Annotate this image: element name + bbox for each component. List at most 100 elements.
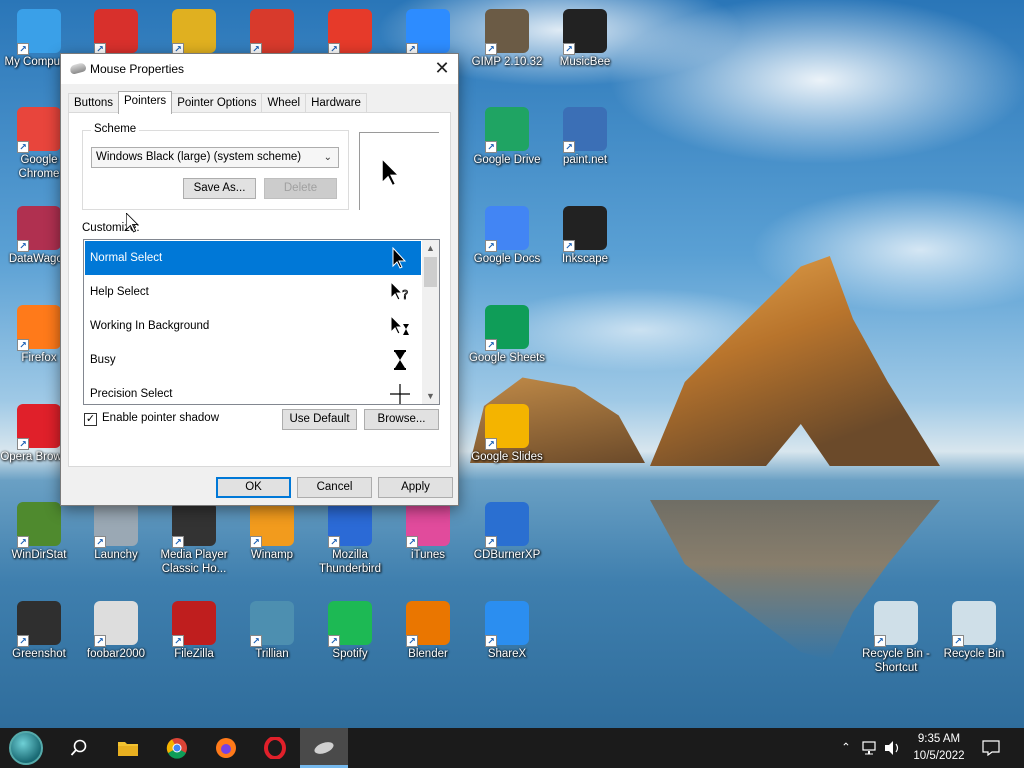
desktop-icon-blender[interactable]: ↗ Blender — [389, 597, 467, 661]
scheme-value: Windows Black (large) (system scheme) — [96, 151, 302, 163]
desktop-icon-media-player-classic-ho[interactable]: ↗ Media Player Classic Ho... — [155, 498, 233, 576]
desktop-icon-google-drive[interactable]: ↗ Google Drive — [468, 103, 546, 167]
pointer-preview — [359, 132, 439, 210]
app-9-icon: ↗ — [250, 9, 294, 55]
network-icon[interactable] — [862, 741, 880, 755]
delete-button[interactable]: Delete — [264, 178, 337, 199]
scroll-up-icon[interactable]: ▲ — [422, 240, 439, 256]
desktop-icon-recycle-bin-shortcut[interactable]: ↗ Recycle Bin - Shortcut — [857, 597, 935, 675]
desktop-icon-foobar2000[interactable]: ↗ foobar2000 — [77, 597, 155, 661]
search-button[interactable] — [55, 728, 103, 768]
cdburnerxp-icon: ↗ — [485, 502, 529, 548]
desktop-icon-google-docs[interactable]: ↗ Google Docs — [468, 202, 546, 266]
tab-wheel[interactable]: Wheel — [261, 93, 307, 114]
desktop-icon-windirstat[interactable]: ↗ WinDirStat — [0, 498, 78, 562]
desktop-icon-app-9[interactable]: ↗ — [233, 5, 311, 55]
list-item[interactable]: Working In Background — [85, 309, 421, 343]
desktop-icon-spotify[interactable]: ↗ Spotify — [311, 597, 389, 661]
shortcut-arrow-icon: ↗ — [485, 339, 497, 351]
desktop-icon-launchy[interactable]: ↗ Launchy — [77, 498, 155, 562]
start-orb-icon — [9, 731, 43, 765]
shortcut-arrow-icon: ↗ — [563, 43, 575, 55]
scroll-thumb[interactable] — [424, 257, 437, 287]
taskbar-chrome[interactable] — [153, 728, 201, 768]
taskbar-opera[interactable] — [251, 728, 299, 768]
cancel-button[interactable]: Cancel — [297, 477, 372, 498]
clock-time[interactable]: 9:35 AM — [906, 733, 972, 745]
apply-button[interactable]: Apply — [378, 477, 453, 498]
opera-icon — [264, 737, 286, 759]
firefox-icon — [216, 738, 236, 758]
musicbee-icon: ↗ — [563, 9, 607, 55]
shortcut-arrow-icon: ↗ — [17, 339, 29, 351]
list-item[interactable]: Help Select ? — [85, 275, 421, 309]
show-hidden-icons-icon[interactable]: ⌃ — [838, 740, 854, 754]
shortcut-arrow-icon: ↗ — [328, 635, 340, 647]
scheme-dropdown[interactable]: Windows Black (large) (system scheme) ⌄ — [91, 147, 339, 168]
crosshair-cursor-icon — [390, 384, 410, 404]
desktop-icon-google-slides[interactable]: ↗ Google Slides — [468, 400, 546, 464]
tab-hardware[interactable]: Hardware — [305, 93, 367, 114]
desktop-icon-musicbee[interactable]: ↗ MusicBee — [546, 5, 624, 69]
google-docs-icon: ↗ — [485, 206, 529, 252]
shortcut-arrow-icon: ↗ — [250, 635, 262, 647]
list-scrollbar[interactable]: ▲ ▼ — [422, 240, 439, 404]
shortcut-arrow-icon: ↗ — [328, 536, 340, 548]
list-item[interactable]: Precision Select — [85, 377, 421, 404]
tab-buttons[interactable]: Buttons — [68, 93, 119, 114]
desktop-icon-label: Winamp — [250, 549, 294, 561]
save-as-button[interactable]: Save As... — [183, 178, 256, 199]
use-default-button[interactable]: Use Default — [282, 409, 357, 430]
taskbar-firefox[interactable] — [202, 728, 250, 768]
desktop-icon-gimp-2-10-32[interactable]: ↗ GIMP 2.10.32 — [468, 5, 546, 69]
desktop-icon-recycle-bin[interactable]: ↗ Recycle Bin — [935, 597, 1013, 661]
pointer-name: Help Select — [90, 286, 149, 298]
google-drive-icon: ↗ — [485, 107, 529, 153]
desktop-icon-label: Google Docs — [473, 253, 541, 265]
notifications-icon[interactable] — [982, 740, 1000, 756]
list-item[interactable]: Normal Select — [85, 241, 421, 275]
title-bar[interactable]: Mouse Properties ✕ — [61, 54, 458, 84]
desktop-icon-paint-net[interactable]: ↗ paint.net — [546, 103, 624, 167]
enable-shadow-checkbox[interactable]: ✓ — [84, 413, 97, 426]
taskbar-file-explorer[interactable] — [104, 728, 152, 768]
desktop-icon-app-8[interactable]: ↗ — [155, 5, 233, 55]
scroll-down-icon[interactable]: ▼ — [422, 388, 439, 404]
desktop-icon-mozilla-thunderbird[interactable]: ↗ Mozilla Thunderbird — [311, 498, 389, 576]
desktop-icon-filezilla[interactable]: ↗ FileZilla — [155, 597, 233, 661]
tab-pointer-options[interactable]: Pointer Options — [171, 93, 263, 114]
clock-date[interactable]: 10/5/2022 — [906, 750, 972, 762]
taskbar-mouse-properties[interactable] — [300, 728, 348, 768]
shortcut-arrow-icon: ↗ — [563, 240, 575, 252]
desktop-icon-trillian[interactable]: ↗ Trillian — [233, 597, 311, 661]
ok-button[interactable]: OK — [216, 477, 291, 498]
volume-icon[interactable] — [884, 740, 902, 756]
shortcut-arrow-icon: ↗ — [17, 141, 29, 153]
list-item[interactable]: Busy — [85, 343, 421, 377]
shortcut-arrow-icon: ↗ — [94, 536, 106, 548]
desktop-icon-itunes[interactable]: ↗ iTunes — [389, 498, 467, 562]
browse-button[interactable]: Browse... — [364, 409, 439, 430]
shortcut-arrow-icon: ↗ — [17, 635, 29, 647]
shortcut-arrow-icon: ↗ — [17, 536, 29, 548]
desktop-icon-greenshot[interactable]: ↗ Greenshot — [0, 597, 78, 661]
windirstat-icon: ↗ — [17, 502, 61, 548]
desktop-icon-cdburnerxp[interactable]: ↗ CDBurnerXP — [468, 498, 546, 562]
desktop-icon-inkscape[interactable]: ↗ Inkscape — [546, 202, 624, 266]
close-button[interactable]: ✕ — [426, 54, 458, 84]
pointer-list[interactable]: Normal Select Help Select ? Working In B… — [83, 239, 440, 405]
pointer-name: Normal Select — [90, 252, 163, 264]
shortcut-arrow-icon: ↗ — [172, 635, 184, 647]
help-cursor-icon: ? — [390, 281, 409, 302]
pointer-name: Busy — [90, 354, 116, 366]
shortcut-arrow-icon: ↗ — [250, 536, 262, 548]
desktop-icon-sharex[interactable]: ↗ ShareX — [468, 597, 546, 661]
pointers-panel: Scheme Windows Black (large) (system sch… — [68, 112, 451, 467]
winamp-icon: ↗ — [250, 502, 294, 548]
tab-pointers[interactable]: Pointers — [118, 91, 173, 114]
desktop-icon-app-10[interactable]: ↗ — [311, 5, 389, 55]
start-button[interactable] — [2, 728, 50, 768]
desktop-icon-google-sheets[interactable]: ↗ Google Sheets — [468, 301, 546, 365]
opera-browser-icon: ↗ — [17, 404, 61, 450]
desktop-icon-winamp[interactable]: ↗ Winamp — [233, 498, 311, 562]
